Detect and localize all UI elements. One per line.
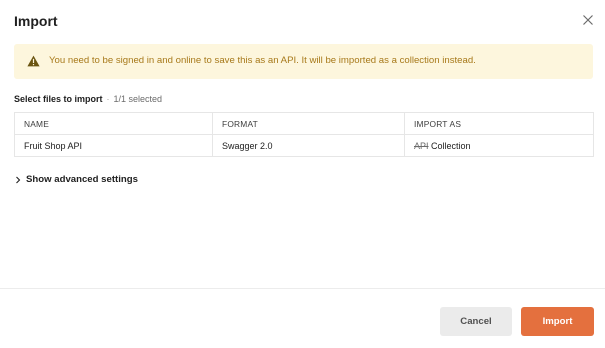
show-advanced-settings-toggle[interactable]: Show advanced settings bbox=[14, 174, 138, 185]
import-as-value: Collection bbox=[431, 140, 471, 151]
table-row: Fruit Shop API Swagger 2.0 API Collectio… bbox=[14, 134, 594, 157]
import-as-api-struck: API bbox=[414, 140, 429, 151]
select-files-label: Select files to import bbox=[14, 94, 103, 104]
column-header-format: FORMAT bbox=[212, 112, 405, 135]
file-name-cell: Fruit Shop API bbox=[14, 134, 213, 157]
column-header-import-as: IMPORT AS bbox=[404, 112, 594, 135]
separator-dot: · bbox=[106, 94, 110, 104]
dialog-title: Import bbox=[14, 13, 58, 29]
warning-banner: You need to be signed in and online to s… bbox=[14, 44, 593, 79]
selected-count: 1/1 selected bbox=[113, 94, 163, 104]
footer-divider bbox=[0, 288, 605, 289]
import-as-cell: API Collection bbox=[404, 134, 594, 157]
advanced-settings-label: Show advanced settings bbox=[26, 174, 138, 185]
chevron-right-icon bbox=[16, 176, 21, 183]
files-table: NAME FORMAT IMPORT AS Fruit Shop API Swa… bbox=[14, 112, 594, 157]
selection-summary: Select files to import · 1/1 selected bbox=[14, 94, 162, 104]
close-icon[interactable] bbox=[580, 12, 596, 28]
cancel-button[interactable]: Cancel bbox=[440, 307, 512, 336]
column-header-name: NAME bbox=[14, 112, 213, 135]
file-format-cell: Swagger 2.0 bbox=[212, 134, 405, 157]
warning-icon bbox=[27, 55, 40, 67]
table-header-row: NAME FORMAT IMPORT AS bbox=[14, 112, 594, 135]
warning-message: You need to be signed in and online to s… bbox=[49, 55, 476, 66]
import-button[interactable]: Import bbox=[521, 307, 594, 336]
import-dialog: Import You need to be signed in and onli… bbox=[0, 0, 605, 348]
